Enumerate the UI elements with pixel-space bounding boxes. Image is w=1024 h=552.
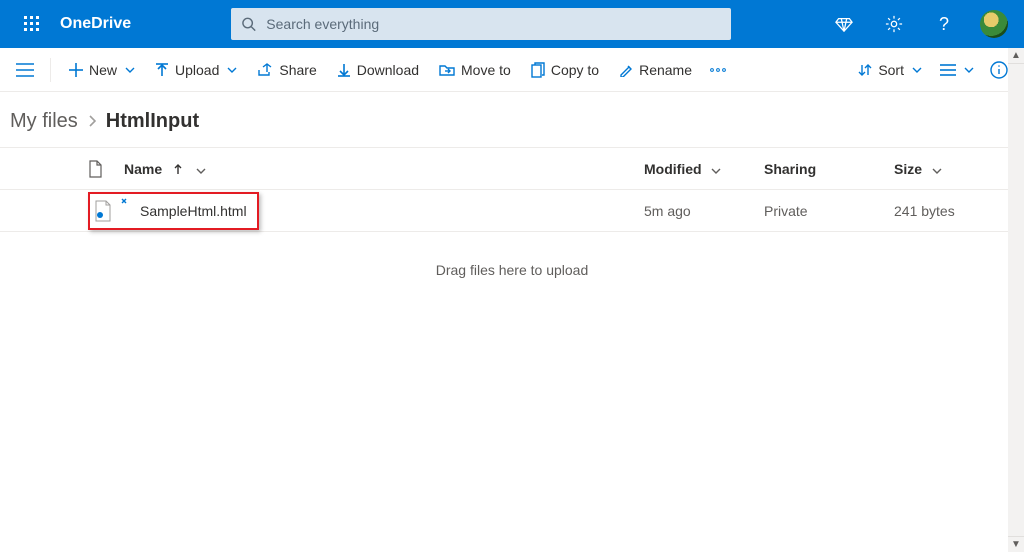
share-label: Share xyxy=(279,62,316,78)
breadcrumb-current: HtmlInput xyxy=(106,110,199,133)
plus-icon xyxy=(69,63,83,77)
file-list: Name Modified Sharing Size xyxy=(0,147,1024,232)
file-sharing: Private xyxy=(764,203,894,219)
share-button[interactable]: Share xyxy=(249,56,324,84)
app-header: OneDrive ? xyxy=(0,0,1024,48)
chevron-down-icon xyxy=(912,67,922,73)
download-icon xyxy=(337,63,351,77)
search-input[interactable] xyxy=(266,16,721,32)
overflow-button[interactable] xyxy=(704,62,732,78)
column-modified[interactable]: Modified xyxy=(644,161,764,177)
column-sharing-label: Sharing xyxy=(764,161,816,177)
file-size: 241 bytes xyxy=(894,203,1024,219)
chevron-down-icon xyxy=(964,67,974,73)
html-file-icon xyxy=(94,200,112,222)
search-box[interactable] xyxy=(231,8,731,40)
view-list-icon xyxy=(940,64,956,76)
chevron-down-icon xyxy=(227,67,237,73)
file-icon xyxy=(88,160,102,178)
rename-button[interactable]: Rename xyxy=(611,56,700,84)
search-icon xyxy=(241,16,256,32)
sort-icon xyxy=(858,63,872,77)
help-icon: ? xyxy=(939,14,949,35)
more-icon xyxy=(710,68,726,72)
chevron-down-icon xyxy=(711,161,721,177)
premium-button[interactable] xyxy=(820,0,868,48)
chevron-down-icon xyxy=(196,161,206,177)
scrollbar[interactable]: ▲ ▼ xyxy=(1008,48,1024,552)
waffle-icon xyxy=(24,16,40,32)
upload-button[interactable]: Upload xyxy=(147,56,245,84)
column-filetype[interactable] xyxy=(88,160,124,178)
nav-toggle-button[interactable] xyxy=(10,57,40,83)
command-bar: New Upload Share Download Move to Copy t… xyxy=(0,48,1024,92)
info-icon xyxy=(990,61,1008,79)
column-modified-label: Modified xyxy=(644,161,702,177)
sort-ascending-icon xyxy=(174,161,182,177)
drag-hint: Drag files here to upload xyxy=(0,232,1024,308)
share-icon xyxy=(257,63,273,77)
copyto-label: Copy to xyxy=(551,62,599,78)
moveto-icon xyxy=(439,63,455,77)
gear-icon xyxy=(885,15,903,33)
chevron-right-icon xyxy=(88,114,96,130)
scroll-down-icon[interactable]: ▼ xyxy=(1008,536,1024,552)
brand-title[interactable]: OneDrive xyxy=(60,15,131,33)
help-button[interactable]: ? xyxy=(920,0,968,48)
account-button[interactable] xyxy=(970,0,1018,48)
file-name: SampleHtml.html xyxy=(140,203,247,219)
annotation-highlight: SampleHtml.html xyxy=(88,192,259,230)
column-size-label: Size xyxy=(894,161,922,177)
new-indicator-icon xyxy=(120,197,130,210)
column-sharing[interactable]: Sharing xyxy=(764,161,894,177)
upload-icon xyxy=(155,63,169,77)
new-button[interactable]: New xyxy=(61,56,143,84)
download-button[interactable]: Download xyxy=(329,56,427,84)
new-label: New xyxy=(89,62,117,78)
copyto-button[interactable]: Copy to xyxy=(523,56,607,84)
sort-button[interactable]: Sort xyxy=(850,56,930,84)
settings-button[interactable] xyxy=(870,0,918,48)
chevron-down-icon xyxy=(125,67,135,73)
column-name[interactable]: Name xyxy=(124,161,644,177)
chevron-down-icon xyxy=(932,161,942,177)
moveto-label: Move to xyxy=(461,62,511,78)
file-modified: 5m ago xyxy=(644,203,764,219)
upload-label: Upload xyxy=(175,62,219,78)
table-row[interactable]: SampleHtml.html 5m ago Private 241 bytes xyxy=(0,190,1024,232)
avatar xyxy=(980,10,1008,38)
view-button[interactable] xyxy=(934,58,980,82)
column-header-row: Name Modified Sharing Size xyxy=(0,148,1024,190)
breadcrumb: My files HtmlInput xyxy=(0,92,1024,147)
download-label: Download xyxy=(357,62,419,78)
rename-label: Rename xyxy=(639,62,692,78)
breadcrumb-root[interactable]: My files xyxy=(10,110,78,133)
rename-icon xyxy=(619,63,633,77)
column-name-label: Name xyxy=(124,161,162,177)
hamburger-icon xyxy=(16,63,34,77)
copyto-icon xyxy=(531,62,545,78)
diamond-icon xyxy=(835,15,853,33)
sort-label: Sort xyxy=(878,62,904,78)
app-launcher-button[interactable] xyxy=(8,0,56,48)
moveto-button[interactable]: Move to xyxy=(431,56,519,84)
scroll-up-icon[interactable]: ▲ xyxy=(1008,48,1024,64)
column-size[interactable]: Size xyxy=(894,161,1024,177)
